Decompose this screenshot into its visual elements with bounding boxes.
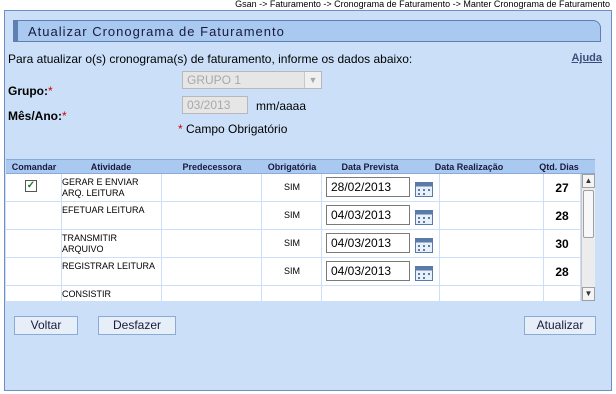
table-row: REGISTRAR LEITURA SIM 04/03/2013 28 (6, 258, 580, 286)
table-row: ✓ GERAR E ENVIAR ARQ. LEITURA SIM 28/02/… (6, 174, 580, 202)
header-qtd-dias: Qtd. Dias (539, 162, 579, 172)
calendar-icon[interactable] (415, 181, 433, 197)
obrigatoria-cell: SIM (283, 238, 300, 248)
qtd-dias-cell: 30 (555, 237, 569, 251)
scroll-thumb[interactable] (583, 190, 594, 238)
header-data-realizacao: Data Realização (434, 162, 504, 172)
calendar-icon[interactable] (415, 209, 433, 225)
voltar-button[interactable]: Voltar (14, 316, 78, 335)
grupo-select-value: GRUPO 1 (187, 73, 242, 87)
calendar-icon[interactable] (415, 265, 433, 281)
atividade-cell: GERAR E ENVIAR ARQ. LEITURA (62, 177, 139, 198)
data-prevista-input[interactable]: 04/03/2013 (326, 205, 410, 225)
mesano-required-mark: * (62, 109, 67, 123)
mesano-input[interactable]: 03/2013 (182, 96, 248, 114)
data-prevista-input[interactable]: 04/03/2013 (326, 233, 410, 253)
header-predecessora: Predecessora (182, 162, 242, 172)
required-note: * Campo Obrigatório (178, 122, 287, 136)
mesano-format-hint: mm/aaaa (256, 99, 307, 113)
scroll-down-button[interactable]: ▼ (582, 287, 595, 301)
grupo-label-text: Grupo: (8, 84, 48, 98)
chevron-down-icon[interactable]: ▼ (304, 72, 321, 88)
desfazer-button[interactable]: Desfazer (98, 316, 176, 335)
scroll-up-button[interactable]: ▲ (582, 174, 595, 188)
atividade-cell: TRANSMITIR ARQUIVO (62, 233, 117, 254)
obrigatoria-cell: SIM (283, 266, 300, 276)
atualizar-button[interactable]: Atualizar (524, 316, 596, 335)
atividade-cell: REGISTRAR LEITURA (62, 261, 156, 271)
header-comandar: Comandar (11, 162, 57, 172)
breadcrumb: Gsan -> Faturamento -> Cronograma de Fat… (235, 0, 610, 9)
obrigatoria-cell: SIM (283, 210, 300, 220)
activities-table: Comandar Atividade Predecessora Obrigató… (6, 159, 595, 301)
comandar-checkbox[interactable]: ✓ (25, 180, 37, 192)
table-row: TRANSMITIR ARQUIVO SIM 04/03/2013 30 (6, 230, 580, 258)
mesano-label: Mês/Ano:* (8, 109, 67, 123)
grupo-select[interactable]: GRUPO 1 ▼ (182, 71, 322, 89)
table-row: EFETUAR LEITURA SIM 04/03/2013 28 (6, 202, 580, 230)
mesano-label-text: Mês/Ano: (8, 109, 62, 123)
calendar-icon[interactable] (415, 237, 433, 253)
table-row: CONSISTIR (6, 286, 580, 301)
obrigatoria-cell: SIM (283, 182, 300, 192)
header-data-prevista: Data Prevista (341, 162, 399, 172)
qtd-dias-cell: 28 (555, 209, 569, 223)
data-prevista-input[interactable]: 04/03/2013 (326, 261, 410, 281)
intro-text: Para atualizar o(s) cronograma(s) de fat… (8, 52, 413, 66)
required-note-text: Campo Obrigatório (182, 122, 288, 136)
page-title: Atualizar Cronograma de Faturamento (28, 24, 285, 39)
title-bar-accent (14, 21, 18, 41)
table-header: Comandar Atividade Predecessora Obrigató… (6, 159, 595, 174)
qtd-dias-cell: 28 (555, 265, 569, 279)
grupo-required-mark: * (48, 84, 53, 98)
header-obrigatoria: Obrigatória (267, 162, 317, 172)
grupo-label: Grupo:* (8, 84, 53, 98)
qtd-dias-cell: 27 (555, 181, 569, 195)
atividade-cell: EFETUAR LEITURA (62, 205, 145, 215)
data-prevista-input[interactable]: 28/02/2013 (326, 177, 410, 197)
table-scrollbar[interactable]: ▲ ▼ (581, 174, 595, 301)
atividade-cell: CONSISTIR (62, 289, 112, 299)
help-link[interactable]: Ajuda (571, 52, 602, 64)
title-bar: Atualizar Cronograma de Faturamento (13, 20, 601, 42)
header-atividade: Atividade (90, 162, 132, 172)
table-body: ✓ GERAR E ENVIAR ARQ. LEITURA SIM 28/02/… (6, 174, 580, 301)
